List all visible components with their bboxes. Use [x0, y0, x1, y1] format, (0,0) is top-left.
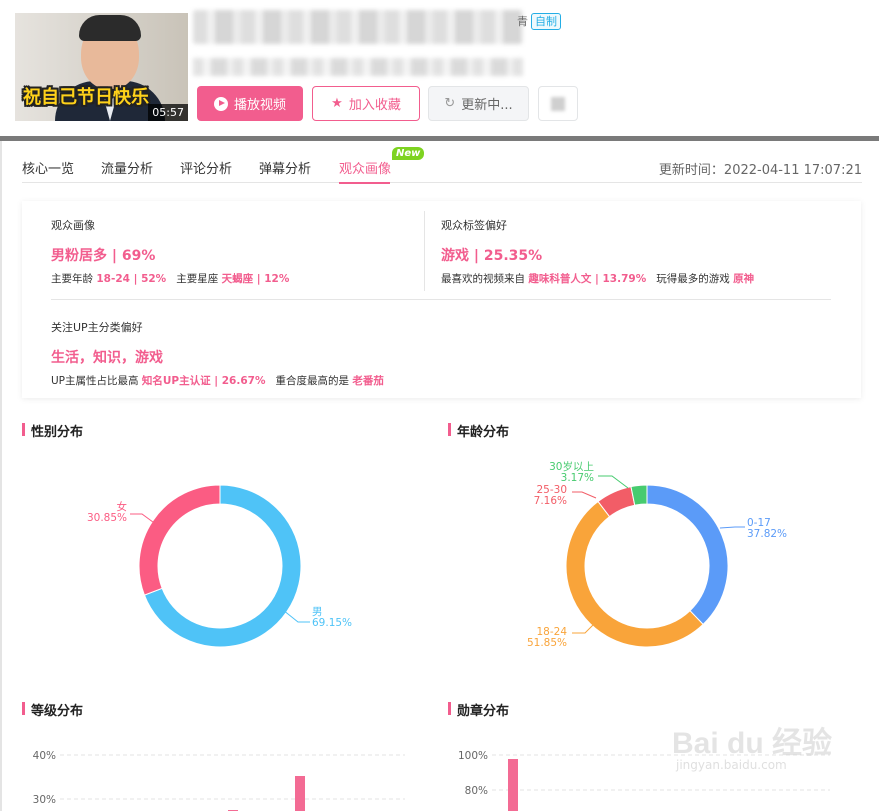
- y-tick-2-0: 40%: [33, 750, 56, 762]
- slice-label-line-1-3: [598, 475, 629, 489]
- y-tick-2-1: 30%: [33, 794, 56, 806]
- watermark-sub: jingyan.baidu.com: [676, 758, 787, 772]
- y-tick-3-1: 80%: [465, 785, 488, 797]
- donut-slice-1-0: [646, 484, 729, 626]
- slice-value-1-3: 3.17%: [561, 472, 594, 484]
- slice-value-1-2: 7.16%: [534, 495, 567, 507]
- slice-label-line-1-0: [719, 526, 745, 529]
- bar-2-0: [295, 776, 305, 811]
- baidu-watermark: Bai du 经验 jingyan.baidu.com: [672, 712, 832, 772]
- slice-label-line-1-2: [572, 491, 597, 499]
- donut-slice-1-1: [565, 500, 704, 648]
- watermark-main: Bai du 经验: [672, 727, 833, 760]
- slice-value-0-0: 69.15%: [312, 617, 352, 629]
- slice-value-0-1: 30.85%: [87, 512, 127, 524]
- slice-value-1-1: 51.85%: [527, 637, 567, 649]
- bar-3-0: [508, 759, 518, 811]
- charts-layer: 男69.15%女30.85% 0-1737.82%18-2451.85%25-30…: [33, 460, 830, 811]
- y-tick-3-0: 100%: [458, 750, 488, 762]
- donut-slice-0-1: [138, 484, 221, 596]
- slice-value-1-0: 37.82%: [747, 528, 787, 540]
